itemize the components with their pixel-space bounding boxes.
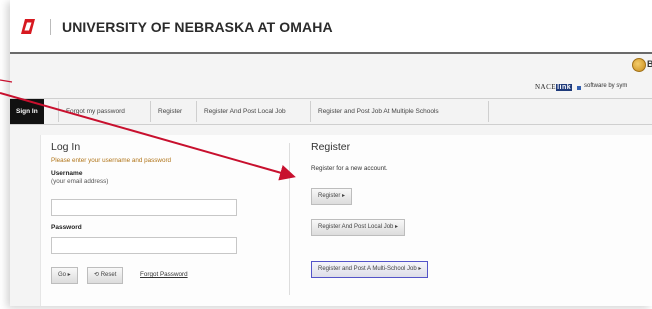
tab-separator: [150, 101, 151, 122]
username-input[interactable]: [51, 199, 237, 216]
nav-bar: Sign In Forgot my password Register Regi…: [10, 98, 652, 125]
register-local-job-button[interactable]: Register And Post Local Job ▸: [311, 219, 406, 236]
column-divider: [289, 143, 290, 295]
header-divider: [50, 19, 51, 35]
tab-separator: [310, 101, 311, 122]
username-hint: (your email address): [51, 178, 109, 185]
username-label: Username: [51, 170, 83, 177]
nace-link-logo: NACElink: [535, 83, 573, 91]
top-bar: B NACElink software by sym: [10, 52, 652, 96]
circle-icon[interactable]: [632, 58, 646, 72]
forgot-password-link[interactable]: Forgot Password: [140, 271, 188, 278]
omaha-logo-icon: [21, 19, 35, 34]
university-title: UNIVERSITY OF NEBRASKA AT OMAHA: [62, 19, 333, 35]
square-bullet-icon: [577, 86, 581, 90]
login-title: Log In: [51, 141, 81, 153]
register-title: Register: [311, 141, 351, 153]
content-panel: Log In Please enter your username and pa…: [40, 135, 652, 306]
tab-separator: [488, 101, 489, 122]
reset-button[interactable]: ⟲ Reset: [87, 267, 124, 284]
tab-forgot-password[interactable]: Forgot my password: [60, 99, 131, 124]
register-button[interactable]: Register ▸: [311, 188, 353, 205]
password-input[interactable]: [51, 237, 237, 254]
login-instructions: Please enter your username and password: [51, 157, 172, 164]
go-button[interactable]: Go ▸: [51, 267, 78, 284]
tab-sign-in[interactable]: Sign In: [10, 99, 44, 124]
password-label: Password: [51, 224, 82, 231]
tab-separator: [196, 101, 197, 122]
tab-register-local-job[interactable]: Register And Post Local Job: [198, 99, 292, 124]
register-multi-school-button[interactable]: Register and Post A Multi-School Job ▸: [311, 261, 429, 278]
tab-register[interactable]: Register: [152, 99, 188, 124]
register-subtitle: Register for a new account.: [311, 165, 388, 172]
software-by-text: software by sym: [584, 83, 628, 89]
site-header: UNIVERSITY OF NEBRASKA AT OMAHA: [10, 0, 652, 52]
browser-screen: UNIVERSITY OF NEBRASKA AT OMAHA B NACEli…: [10, 0, 652, 306]
topbar-cut-text: B: [647, 59, 652, 69]
tab-register-multi-school[interactable]: Register and Post Job At Multiple School…: [312, 99, 445, 124]
tab-separator: [58, 101, 59, 122]
